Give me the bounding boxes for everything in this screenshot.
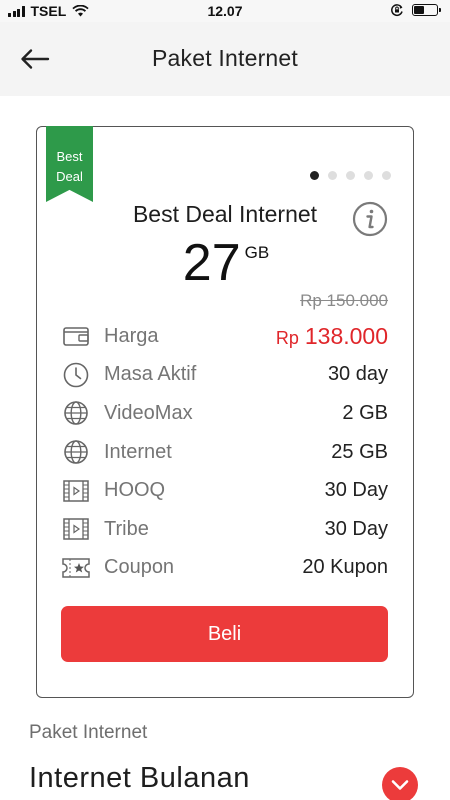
content-area: Best Deal Best Deal Internet 27 GB Rp 150… xyxy=(0,96,450,800)
detail-label: Harga xyxy=(104,324,159,347)
detail-label: Masa Aktif xyxy=(104,363,197,386)
carousel-dots xyxy=(310,171,391,180)
detail-value: 25 GB xyxy=(331,440,388,463)
best-deal-ribbon: Best Deal xyxy=(46,126,93,202)
section-title: Internet Bulanan xyxy=(29,762,250,794)
detail-row-masa-aktif: Masa Aktif 30 day xyxy=(61,356,388,395)
detail-row-hooq: HOOQ 30 Day xyxy=(61,471,388,510)
status-right xyxy=(390,3,441,17)
status-bar: TSEL 12.07 xyxy=(0,0,450,22)
quota: 27 GB xyxy=(37,233,415,293)
package-card: Best Deal Best Deal Internet 27 GB Rp 150… xyxy=(36,126,414,698)
clock-icon xyxy=(63,362,89,388)
detail-label: HOOQ xyxy=(104,479,166,502)
ticket-star-icon xyxy=(62,558,90,578)
status-time: 12.07 xyxy=(207,3,243,19)
detail-value: 2 GB xyxy=(342,401,388,424)
page-title: Paket Internet xyxy=(152,45,298,71)
currency: Rp xyxy=(275,327,299,348)
info-icon[interactable] xyxy=(352,201,388,237)
app-header: Paket Internet xyxy=(0,22,450,96)
detail-value-price: Rp 138.000 xyxy=(276,323,388,350)
detail-value: 30 day xyxy=(327,363,388,386)
detail-row-internet: Internet 25 GB xyxy=(61,433,388,472)
detail-label: Internet xyxy=(104,440,172,463)
carousel-dot[interactable] xyxy=(328,171,337,180)
carousel-dot[interactable] xyxy=(346,171,355,180)
battery-icon xyxy=(412,4,441,16)
carousel-dot[interactable] xyxy=(310,171,319,180)
detail-value: 30 Day xyxy=(324,479,388,502)
price-amount: 138.000 xyxy=(304,322,388,349)
film-icon xyxy=(63,479,89,502)
globe-icon xyxy=(64,440,88,464)
detail-label: Tribe xyxy=(104,517,149,540)
film-icon xyxy=(63,518,89,541)
detail-row-coupon: Coupon 20 Kupon xyxy=(61,549,388,588)
orientation-lock-icon xyxy=(391,4,403,17)
carousel-dot[interactable] xyxy=(364,171,373,180)
section-label: Paket Internet xyxy=(29,722,148,743)
chevron-down-icon xyxy=(391,780,409,790)
package-details: Harga Rp 138.000 Masa Aktif 30 day Video… xyxy=(61,317,388,587)
buy-button[interactable]: Beli xyxy=(61,606,388,662)
detail-row-videomax: VideoMax 2 GB xyxy=(61,394,388,433)
wallet-icon xyxy=(63,327,89,347)
detail-label: Coupon xyxy=(104,556,175,579)
ribbon-line-2: Deal xyxy=(56,169,83,184)
detail-label: VideoMax xyxy=(104,401,193,424)
globe-icon xyxy=(64,401,88,426)
expand-button[interactable] xyxy=(382,767,418,800)
carousel-dot[interactable] xyxy=(382,171,391,180)
quota-unit: GB xyxy=(244,243,270,262)
old-price: Rp 150.000 xyxy=(300,291,388,310)
quota-value: 27 xyxy=(182,234,241,292)
detail-row-tribe: Tribe 30 Day xyxy=(61,510,388,549)
ribbon-line-1: Best xyxy=(56,149,83,164)
detail-value: 30 Day xyxy=(324,517,388,540)
detail-row-harga: Harga Rp 138.000 xyxy=(61,317,388,356)
detail-value: 20 Kupon xyxy=(302,556,388,579)
